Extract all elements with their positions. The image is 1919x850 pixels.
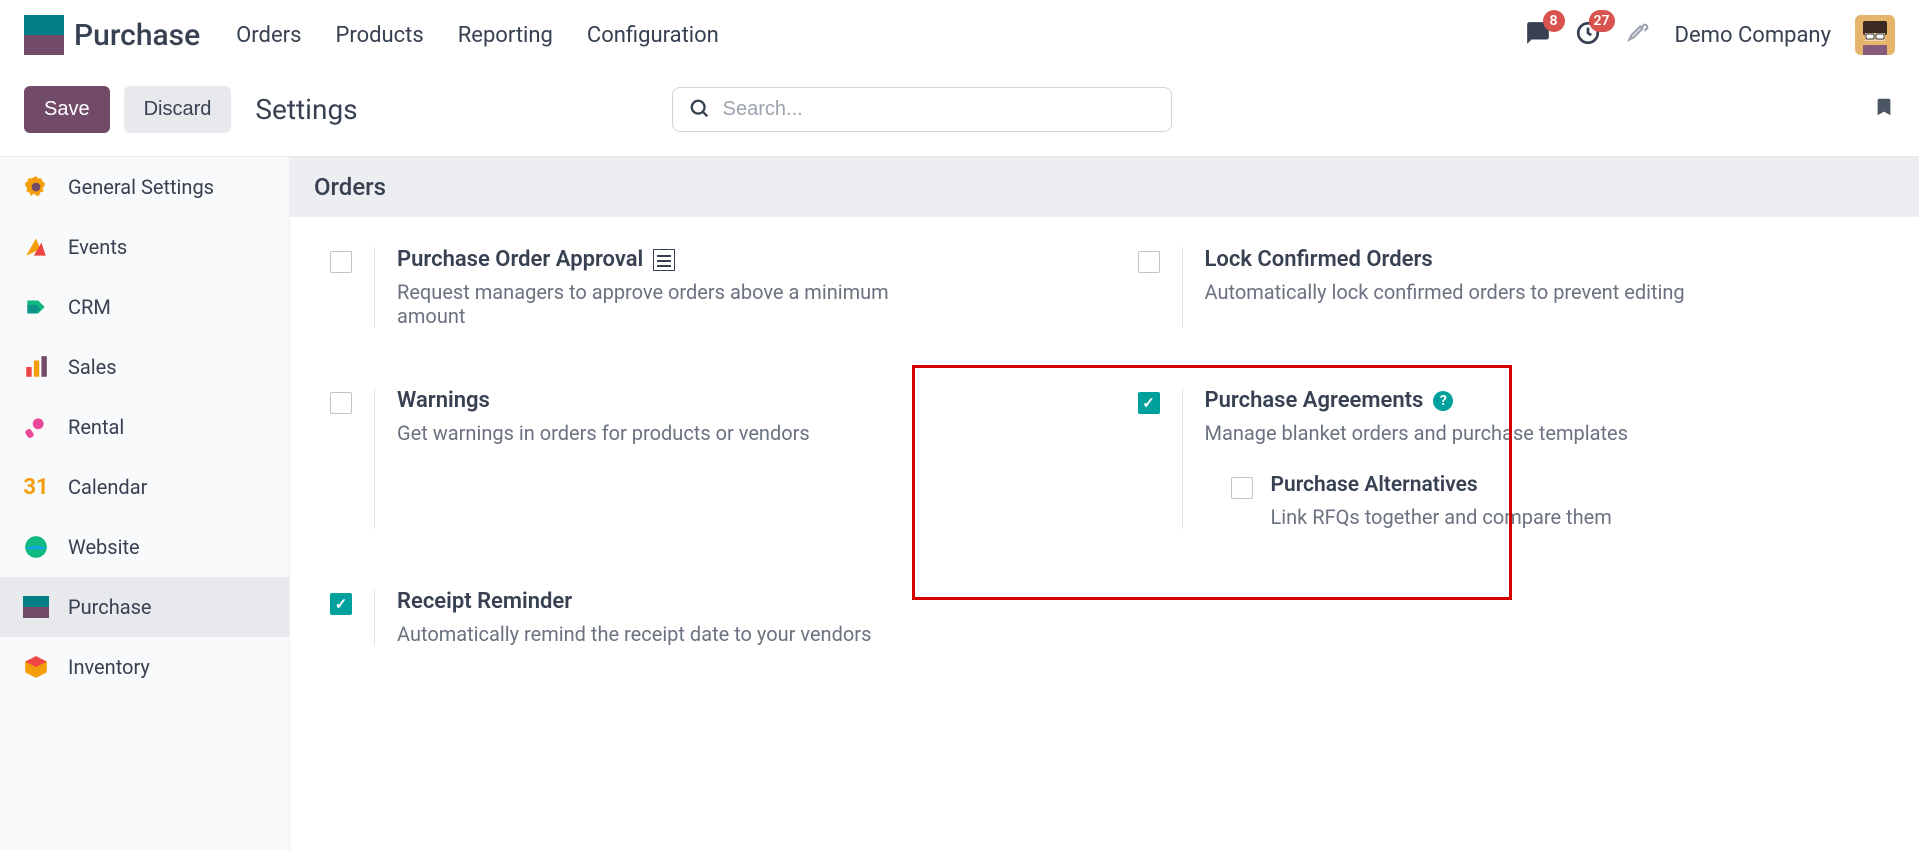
sidebar-item-label: Rental xyxy=(68,415,124,439)
sub-setting-purchase-alternatives: Purchase Alternatives Link RFQs together… xyxy=(1231,473,1628,529)
setting-purchase-agreements: Purchase Agreements ? Manage blanket ord… xyxy=(1138,388,1896,529)
save-button[interactable]: Save xyxy=(24,86,110,133)
nav-menu: Orders Products Reporting Configuration xyxy=(236,23,719,48)
setting-receipt-reminder: Receipt Reminder Automatically remind th… xyxy=(330,589,1088,646)
nav-reporting[interactable]: Reporting xyxy=(458,23,553,48)
search-box[interactable] xyxy=(672,87,1172,132)
search-icon xyxy=(689,98,711,120)
sidebar-item-label: Website xyxy=(68,535,140,559)
setting-lock-confirmed: Lock Confirmed Orders Automatically lock… xyxy=(1138,247,1896,328)
calendar-icon: 31 xyxy=(22,473,50,501)
checkbox-receipt-reminder[interactable] xyxy=(330,593,352,615)
checkbox-lock-confirmed[interactable] xyxy=(1138,251,1160,273)
section-header: Orders xyxy=(290,157,1919,217)
sidebar-item-label: Purchase xyxy=(68,595,152,619)
sidebar-item-label: Calendar xyxy=(68,475,147,499)
sidebar-item-rental[interactable]: Rental xyxy=(0,397,289,457)
sidebar-item-sales[interactable]: Sales xyxy=(0,337,289,397)
sales-icon xyxy=(22,353,50,381)
avatar[interactable] xyxy=(1855,15,1895,55)
bookmark-icon[interactable] xyxy=(1873,94,1895,124)
setting-title: Receipt Reminder xyxy=(397,589,572,614)
sidebar-item-label: Sales xyxy=(68,355,117,379)
setting-warnings: Warnings Get warnings in orders for prod… xyxy=(330,388,1088,529)
top-nav: Purchase Orders Products Reporting Confi… xyxy=(0,0,1919,70)
main: General Settings Events CRM Sales Rental… xyxy=(0,157,1919,850)
sidebar-item-label: Inventory xyxy=(68,655,150,679)
sidebar-item-label: General Settings xyxy=(68,175,214,199)
nav-products[interactable]: Products xyxy=(335,23,423,48)
sidebar-item-website[interactable]: Website xyxy=(0,517,289,577)
action-bar: Save Discard Settings xyxy=(0,70,1919,156)
app-logo xyxy=(24,15,64,55)
checkbox-warnings[interactable] xyxy=(330,392,352,414)
nav-orders[interactable]: Orders xyxy=(236,23,301,48)
setting-desc: Automatically lock confirmed orders to p… xyxy=(1205,280,1685,304)
setting-po-approval: Purchase Order Approval Request managers… xyxy=(330,247,1088,328)
sidebar-item-general[interactable]: General Settings xyxy=(0,157,289,217)
tools-icon[interactable] xyxy=(1625,20,1651,50)
setting-desc: Automatically remind the receipt date to… xyxy=(397,622,871,646)
sidebar-item-events[interactable]: Events xyxy=(0,217,289,277)
setting-desc: Get warnings in orders for products or v… xyxy=(397,421,810,445)
setting-title: Warnings xyxy=(397,388,490,413)
enterprise-icon xyxy=(653,249,675,271)
setting-title: Purchase Alternatives xyxy=(1271,473,1478,497)
page-title: Settings xyxy=(255,93,357,126)
sidebar-item-crm[interactable]: CRM xyxy=(0,277,289,337)
checkbox-purchase-alternatives[interactable] xyxy=(1231,477,1253,499)
sidebar-item-label: Events xyxy=(68,235,127,259)
discard-button[interactable]: Discard xyxy=(124,86,232,133)
crm-icon xyxy=(22,293,50,321)
website-icon xyxy=(22,533,50,561)
app-title: Purchase xyxy=(74,18,200,53)
content: Orders Purchase Order Approval Request m… xyxy=(290,157,1919,850)
setting-desc: Request managers to approve orders above… xyxy=(397,280,917,328)
sidebar-item-purchase[interactable]: Purchase xyxy=(0,577,289,637)
sidebar: General Settings Events CRM Sales Rental… xyxy=(0,157,290,850)
purchase-icon xyxy=(22,593,50,621)
gear-icon xyxy=(22,173,50,201)
setting-title: Purchase Order Approval xyxy=(397,247,643,272)
sidebar-item-inventory[interactable]: Inventory xyxy=(0,637,289,697)
inventory-icon xyxy=(22,653,50,681)
setting-desc: Link RFQs together and compare them xyxy=(1271,505,1612,529)
rental-icon xyxy=(22,413,50,441)
activities-icon[interactable]: 27 xyxy=(1575,20,1601,50)
setting-title: Purchase Agreements xyxy=(1205,388,1424,413)
checkbox-po-approval[interactable] xyxy=(330,251,352,273)
checkbox-purchase-agreements[interactable] xyxy=(1138,392,1160,414)
sidebar-item-calendar[interactable]: 31 Calendar xyxy=(0,457,289,517)
search-input[interactable] xyxy=(723,98,1155,121)
messages-badge: 8 xyxy=(1543,10,1565,32)
help-icon[interactable]: ? xyxy=(1433,391,1453,411)
messages-icon[interactable]: 8 xyxy=(1525,20,1551,50)
sidebar-item-label: CRM xyxy=(68,295,111,319)
activities-badge: 27 xyxy=(1589,10,1615,32)
nav-configuration[interactable]: Configuration xyxy=(587,23,719,48)
setting-desc: Manage blanket orders and purchase templ… xyxy=(1205,421,1628,445)
setting-title: Lock Confirmed Orders xyxy=(1205,247,1433,272)
events-icon xyxy=(22,233,50,261)
company-name[interactable]: Demo Company xyxy=(1675,23,1831,48)
